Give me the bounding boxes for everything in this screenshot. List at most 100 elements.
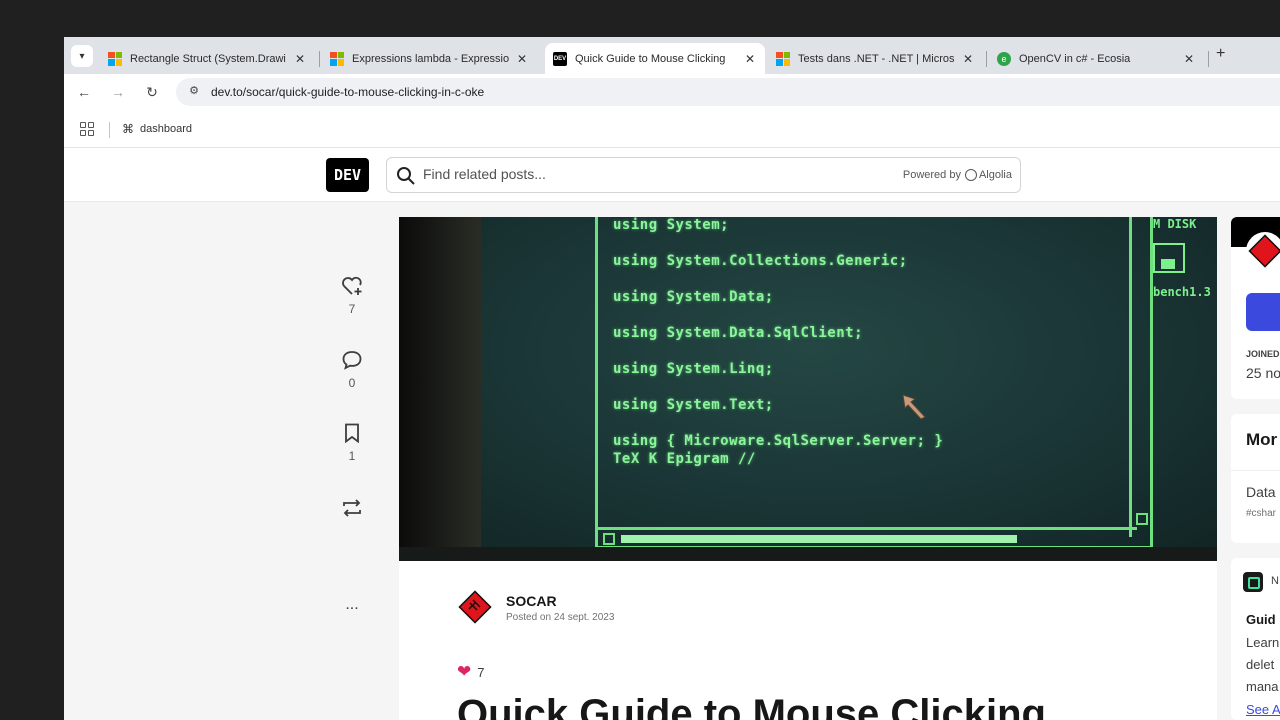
bookmarks-bar: ⌘ dashboard xyxy=(64,110,1280,148)
close-icon[interactable]: ✕ xyxy=(515,52,529,66)
author-name[interactable]: SOCAR xyxy=(506,593,557,609)
bookmark-label: dashboard xyxy=(140,123,192,135)
code-line: using System.Linq; xyxy=(613,361,774,377)
close-icon[interactable]: ✕ xyxy=(1182,52,1196,66)
reaction-button[interactable]: 7 xyxy=(334,276,370,316)
joined-label: JOINED xyxy=(1246,349,1280,359)
apps-grid-icon[interactable] xyxy=(80,122,94,136)
address-bar[interactable]: ⚙ dev.to/socar/quick-guide-to-mouse-clic… xyxy=(176,78,1280,106)
save-count: 1 xyxy=(348,449,356,463)
microsoft-icon xyxy=(330,51,344,66)
dev-logo[interactable]: DEV xyxy=(326,158,369,192)
comment-count: 0 xyxy=(348,376,356,390)
code-line: TeX K Epigram // xyxy=(613,451,756,467)
tab-label: Tests dans .NET - .NET | Micros xyxy=(798,52,955,65)
more-from-card: Mor Data #cshar xyxy=(1231,414,1280,543)
tab-opencv-ecosia[interactable]: e OpenCV in c# - Ecosia ✕ xyxy=(989,43,1204,74)
bookmark-dashboard[interactable]: ⌘ dashboard xyxy=(122,122,192,136)
comment-button[interactable]: 0 xyxy=(334,350,370,390)
site-settings-icon[interactable]: ⚙ xyxy=(186,84,202,100)
code-line: using System.Data; xyxy=(613,289,774,305)
code-line: using System.Text; xyxy=(613,397,774,413)
reload-icon[interactable]: ↻ xyxy=(142,82,162,102)
sponsor-text-line: mana xyxy=(1246,679,1279,694)
tab-label: Expressions lambda - Expressio xyxy=(352,52,509,65)
dev-header: DEV Powered by Algolia xyxy=(64,148,1280,202)
scroll-left-icon xyxy=(603,533,615,545)
back-arrow-icon[interactable]: ← xyxy=(74,82,94,102)
tab-expressions-lambda[interactable]: Expressions lambda - Expressio ✕ xyxy=(322,43,537,74)
author-avatar[interactable] xyxy=(457,589,493,625)
comment-icon xyxy=(342,351,362,370)
tab-label: OpenCV in c# - Ecosia xyxy=(1019,52,1131,65)
browser-toolbar: ← → ↻ ⚙ dev.to/socar/quick-guide-to-mous… xyxy=(64,74,1280,110)
close-icon[interactable]: ✕ xyxy=(743,52,757,66)
cover-image: using System; using System.Collections.G… xyxy=(399,217,1217,561)
code-line: using { Microware.SqlServer.Server; } xyxy=(613,433,944,449)
close-icon[interactable]: ✕ xyxy=(293,52,307,66)
bookmark-separator xyxy=(109,122,110,138)
sponsor-card: N Guid Learn delet mana See A xyxy=(1231,558,1280,720)
tab-tests-dotnet[interactable]: Tests dans .NET - .NET | Micros ✕ xyxy=(768,43,983,74)
crt-bezel-bottom xyxy=(399,547,1217,561)
powered-by-algolia[interactable]: Powered by Algolia xyxy=(903,169,1012,181)
tab-search-menu-button[interactable]: ▾ xyxy=(71,45,93,67)
related-post-tag[interactable]: #cshar xyxy=(1246,508,1276,519)
tab-strip: ▾ Rectangle Struct (System.Drawi ✕ Expre… xyxy=(64,37,1280,74)
tab-separator xyxy=(986,51,987,67)
crt-bezel xyxy=(399,217,481,561)
tab-quick-guide[interactable]: DEV Quick Guide to Mouse Clicking ✕ xyxy=(545,43,765,74)
code-line: using System; xyxy=(613,217,730,233)
mouse-cursor-icon xyxy=(902,394,926,420)
joined-date: 25 no xyxy=(1246,365,1280,381)
share-button[interactable] xyxy=(334,497,370,519)
tab-label: Rectangle Struct (System.Drawi xyxy=(130,52,286,65)
follow-button[interactable] xyxy=(1246,293,1280,331)
tab-label: Quick Guide to Mouse Clicking xyxy=(575,52,726,65)
code-line: using System.Data.SqlClient; xyxy=(613,325,864,341)
save-button[interactable]: 1 xyxy=(334,423,370,463)
code-line: using System.Collections.Generic; xyxy=(613,253,908,269)
horizontal-scrollbar xyxy=(597,527,1137,547)
search-input[interactable] xyxy=(423,166,823,182)
search-box[interactable]: Powered by Algolia xyxy=(386,157,1021,193)
algolia-icon xyxy=(964,169,977,181)
powered-by-label: Powered by xyxy=(902,169,961,181)
more-options-button[interactable]: ... xyxy=(334,596,370,614)
author-card-avatar[interactable] xyxy=(1245,231,1280,271)
sponsor-text-line: Learn xyxy=(1246,635,1280,650)
reaction-summary[interactable]: ❤ 7 xyxy=(457,662,484,682)
sparkle-heart-icon: ❤ xyxy=(457,662,472,681)
close-icon[interactable]: ✕ xyxy=(961,52,975,66)
post-date: Posted on 24 sept. 2023 xyxy=(506,612,615,623)
search-icon[interactable] xyxy=(396,166,416,186)
tab-separator xyxy=(319,51,320,67)
sponsor-name: N xyxy=(1271,575,1279,587)
scroll-down-icon xyxy=(1136,513,1148,525)
tab-rectangle-struct[interactable]: Rectangle Struct (System.Drawi ✕ xyxy=(100,43,315,74)
dev-icon: DEV xyxy=(553,51,567,66)
repost-icon xyxy=(343,499,361,517)
tab-separator xyxy=(1208,51,1209,67)
ecosia-icon: e xyxy=(997,51,1011,66)
url-text[interactable]: dev.to/socar/quick-guide-to-mouse-clicki… xyxy=(211,85,484,99)
reaction-count: 7 xyxy=(348,302,356,316)
bench-label: bench1.3 xyxy=(1153,285,1211,299)
github-icon: ⌘ xyxy=(122,122,134,136)
sponsor-text-line: delet xyxy=(1246,657,1275,672)
browser-window: ▾ Rectangle Struct (System.Drawi ✕ Expre… xyxy=(64,37,1280,720)
see-all-link[interactable]: See A xyxy=(1246,702,1280,717)
related-post-title[interactable]: Data xyxy=(1246,484,1276,500)
new-tab-button[interactable]: + xyxy=(1216,45,1225,63)
algolia-label: Algolia xyxy=(978,169,1012,181)
scroll-thumb xyxy=(621,535,1017,543)
more-from-heading: Mor xyxy=(1246,430,1278,449)
microsoft-icon xyxy=(108,51,122,66)
vertical-scrollbar xyxy=(1129,217,1151,537)
page-body: 7 0 1 ... using System; using System.Col… xyxy=(64,202,1280,720)
forward-arrow-icon[interactable]: → xyxy=(108,82,128,102)
reaction-summary-count: 7 xyxy=(477,664,485,680)
sponsor-guide-title: Guid xyxy=(1246,612,1276,627)
disk-panel: M DISK bench1.3 xyxy=(1153,217,1217,547)
sponsor-logo-icon xyxy=(1243,572,1263,592)
